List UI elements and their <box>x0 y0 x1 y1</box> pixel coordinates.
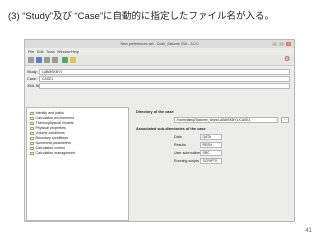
case-row: Case: CASE1 <box>27 76 292 82</box>
folder-icon <box>30 136 34 140</box>
study-row: Study: LABMSKBY1 <box>27 69 292 75</box>
folder-icon <box>30 111 34 115</box>
tree-item-calculation-management[interactable]: Calculation management <box>30 151 75 156</box>
open-file-icon[interactable] <box>36 57 42 63</box>
folder-icon <box>30 151 34 155</box>
folder-icon <box>30 126 34 130</box>
folder-icon <box>30 116 34 120</box>
case-field[interactable]: CASE1 <box>39 76 290 82</box>
tree-item-calculation-environment[interactable]: Calculation environment <box>30 116 74 121</box>
user-subroutines-dir-field[interactable]: SRC <box>200 150 222 156</box>
case-label: Case: <box>27 77 37 81</box>
identity-panel: Directory of the case /home/labuji/Satur… <box>133 107 294 221</box>
splitter-handle[interactable] <box>130 107 132 221</box>
slide-title: (3) “Study”及び “Case”に自動的に指定したファイル名が入る。 <box>8 11 275 22</box>
maximize-button[interactable]: □ <box>279 41 284 46</box>
save-icon[interactable] <box>44 57 50 63</box>
results-dir-field[interactable]: RESU <box>200 142 222 148</box>
minimize-button[interactable]: – <box>272 41 277 46</box>
gear-icon[interactable]: ⚙ <box>284 56 290 63</box>
xml-file-field[interactable] <box>39 83 290 89</box>
study-field[interactable]: LABMSKBY1 <box>39 69 290 75</box>
menu-help[interactable]: Help <box>71 50 79 54</box>
toolbar: ⚙ <box>25 55 294 66</box>
folder-icon <box>30 141 34 145</box>
navigation-tree: Identity and paths Calculation environme… <box>26 107 129 221</box>
folder-icon <box>30 131 34 135</box>
case-directory-field[interactable]: /home/labuji/Saturne_Work/LABMSKBY1/CASE… <box>174 117 278 123</box>
page-number: 41 <box>305 228 312 234</box>
new-file-icon[interactable] <box>28 57 34 63</box>
menu-bar: File Edit Tools Window Help <box>25 48 294 55</box>
subdir-row-data: Data DATA <box>174 134 254 140</box>
tree-item-volume-conditions[interactable]: Volume conditions <box>30 131 65 136</box>
running-scripts-dir-field[interactable]: SCRIPTS <box>200 158 222 164</box>
menu-file[interactable]: File <box>28 50 34 54</box>
browse-directory-button[interactable]: ... <box>281 117 289 123</box>
tree-item-thermophysical-models[interactable]: Thermophysical models <box>30 121 73 126</box>
tree-item-boundary-conditions[interactable]: Boundary conditions <box>30 136 68 141</box>
menu-tools[interactable]: Tools <box>46 50 55 54</box>
subdir-row-results: Results RESU <box>174 142 254 148</box>
menu-window[interactable]: Window <box>57 50 71 54</box>
folder-icon <box>30 121 34 125</box>
subdirectories-heading: Associated sub-directories of the case <box>136 127 206 131</box>
menu-edit[interactable]: Edit <box>37 50 44 54</box>
xml-row: XML file: <box>27 83 292 89</box>
subdir-row-running-scripts: Running scripts SCRIPTS <box>174 158 254 164</box>
save-as-icon[interactable] <box>52 57 58 63</box>
window-title: New preferences set - Code_Saturne GUI -… <box>120 42 199 46</box>
case-directory-heading: Directory of the case <box>136 110 174 114</box>
app-window: New preferences set - Code_Saturne GUI -… <box>24 39 295 222</box>
forward-icon[interactable] <box>70 57 76 63</box>
data-dir-field[interactable]: DATA <box>200 134 222 140</box>
close-button[interactable]: × <box>286 41 291 46</box>
tree-item-identity-and-paths[interactable]: Identity and paths <box>30 111 64 116</box>
tree-item-calculation-control[interactable]: Calculation control <box>30 146 65 151</box>
folder-icon <box>30 146 34 150</box>
subdir-row-user-subroutines: User subroutines SRC <box>174 150 254 156</box>
study-label: Study: <box>27 70 38 74</box>
back-icon[interactable] <box>62 57 68 63</box>
tree-item-physical-properties[interactable]: Physical properties <box>30 126 66 131</box>
tree-item-numerical-parameters[interactable]: Numerical parameters <box>30 141 71 146</box>
